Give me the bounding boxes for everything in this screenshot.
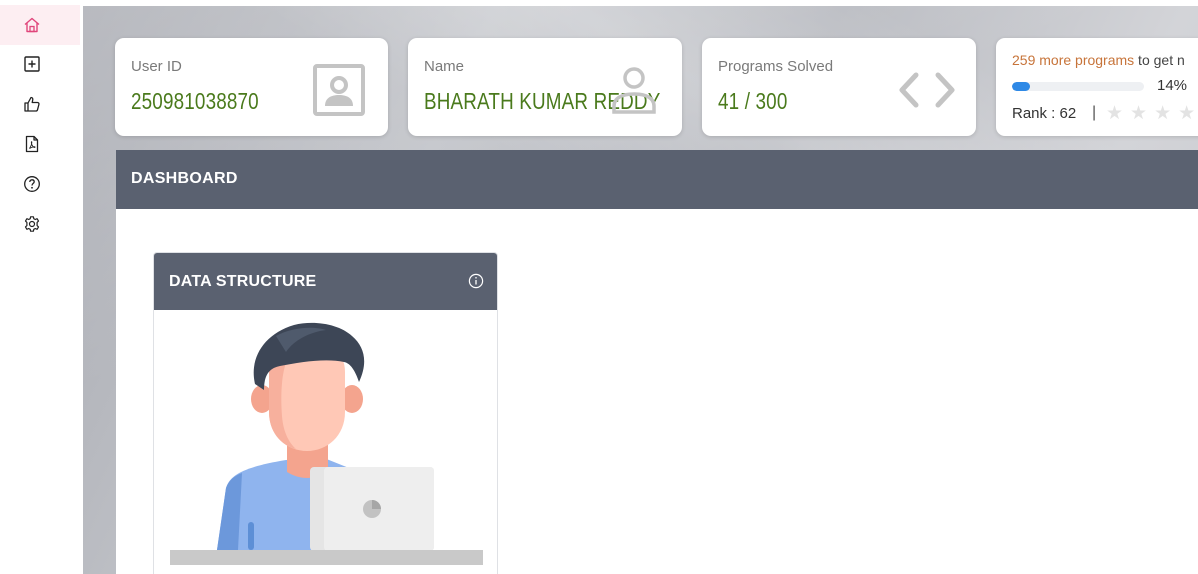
sidebar <box>0 0 83 574</box>
star-rating: ★★★★ <box>1106 102 1198 125</box>
programs-solved-label: Programs Solved <box>718 58 834 75</box>
add-box-icon <box>24 56 40 72</box>
dashboard-title: DASHBOARD <box>131 170 238 187</box>
gear-icon <box>24 216 40 232</box>
rank-separator: | <box>1092 104 1097 121</box>
student-laptop-illustration <box>170 322 483 565</box>
sidebar-item-likes[interactable] <box>0 84 83 124</box>
progress-bar-fill <box>1012 82 1031 91</box>
progress-rank-card: 259 more programs to get n 14% Rank : 62… <box>996 38 1198 136</box>
pdf-document-icon <box>25 135 39 153</box>
sidebar-item-help[interactable] <box>0 164 83 204</box>
name-card: Name BHARATH KUMAR REDDY <box>408 38 682 136</box>
sidebar-item-home[interactable] <box>0 5 80 45</box>
home-icon <box>24 17 40 33</box>
star-icon: ★ <box>1178 103 1198 124</box>
rank-text: Rank : 62 <box>1012 105 1077 122</box>
user-id-label: User ID <box>131 58 182 75</box>
star-icon: ★ <box>1154 103 1179 124</box>
progress-bar <box>1012 82 1144 91</box>
star-icon: ★ <box>1130 103 1155 124</box>
name-label: Name <box>424 58 465 75</box>
course-card-data-structure[interactable]: DATA STRUCTURE <box>153 252 498 574</box>
help-icon <box>24 176 40 192</box>
sidebar-item-settings[interactable] <box>0 204 83 244</box>
sidebar-item-add[interactable] <box>0 44 83 84</box>
programs-remaining-text: 259 more programs to get n <box>1012 52 1185 68</box>
progress-percent: 14% <box>1157 77 1188 94</box>
course-title: DATA STRUCTURE <box>169 273 317 290</box>
sidebar-item-documents[interactable] <box>0 124 83 164</box>
thumbs-up-icon <box>24 96 40 112</box>
info-icon[interactable] <box>468 273 484 289</box>
dashboard-panel: DASHBOARD DATA STRUCTURE <box>116 150 1198 574</box>
user-icon <box>612 67 656 114</box>
dashboard-header: DASHBOARD <box>116 150 1198 209</box>
programs-remaining-count: 259 more programs <box>1012 52 1135 68</box>
programs-remaining-suffix: to get n <box>1134 52 1185 68</box>
user-id-value: 250981038870 <box>131 88 259 114</box>
code-brackets-icon <box>899 72 955 108</box>
star-icon: ★ <box>1106 103 1131 124</box>
course-card-header: DATA STRUCTURE <box>154 253 497 310</box>
programs-solved-value: 41 / 300 <box>718 88 788 114</box>
user-id-card: User ID 250981038870 <box>115 38 388 136</box>
id-card-icon <box>313 64 365 116</box>
programs-solved-card: Programs Solved 41 / 300 <box>702 38 976 136</box>
